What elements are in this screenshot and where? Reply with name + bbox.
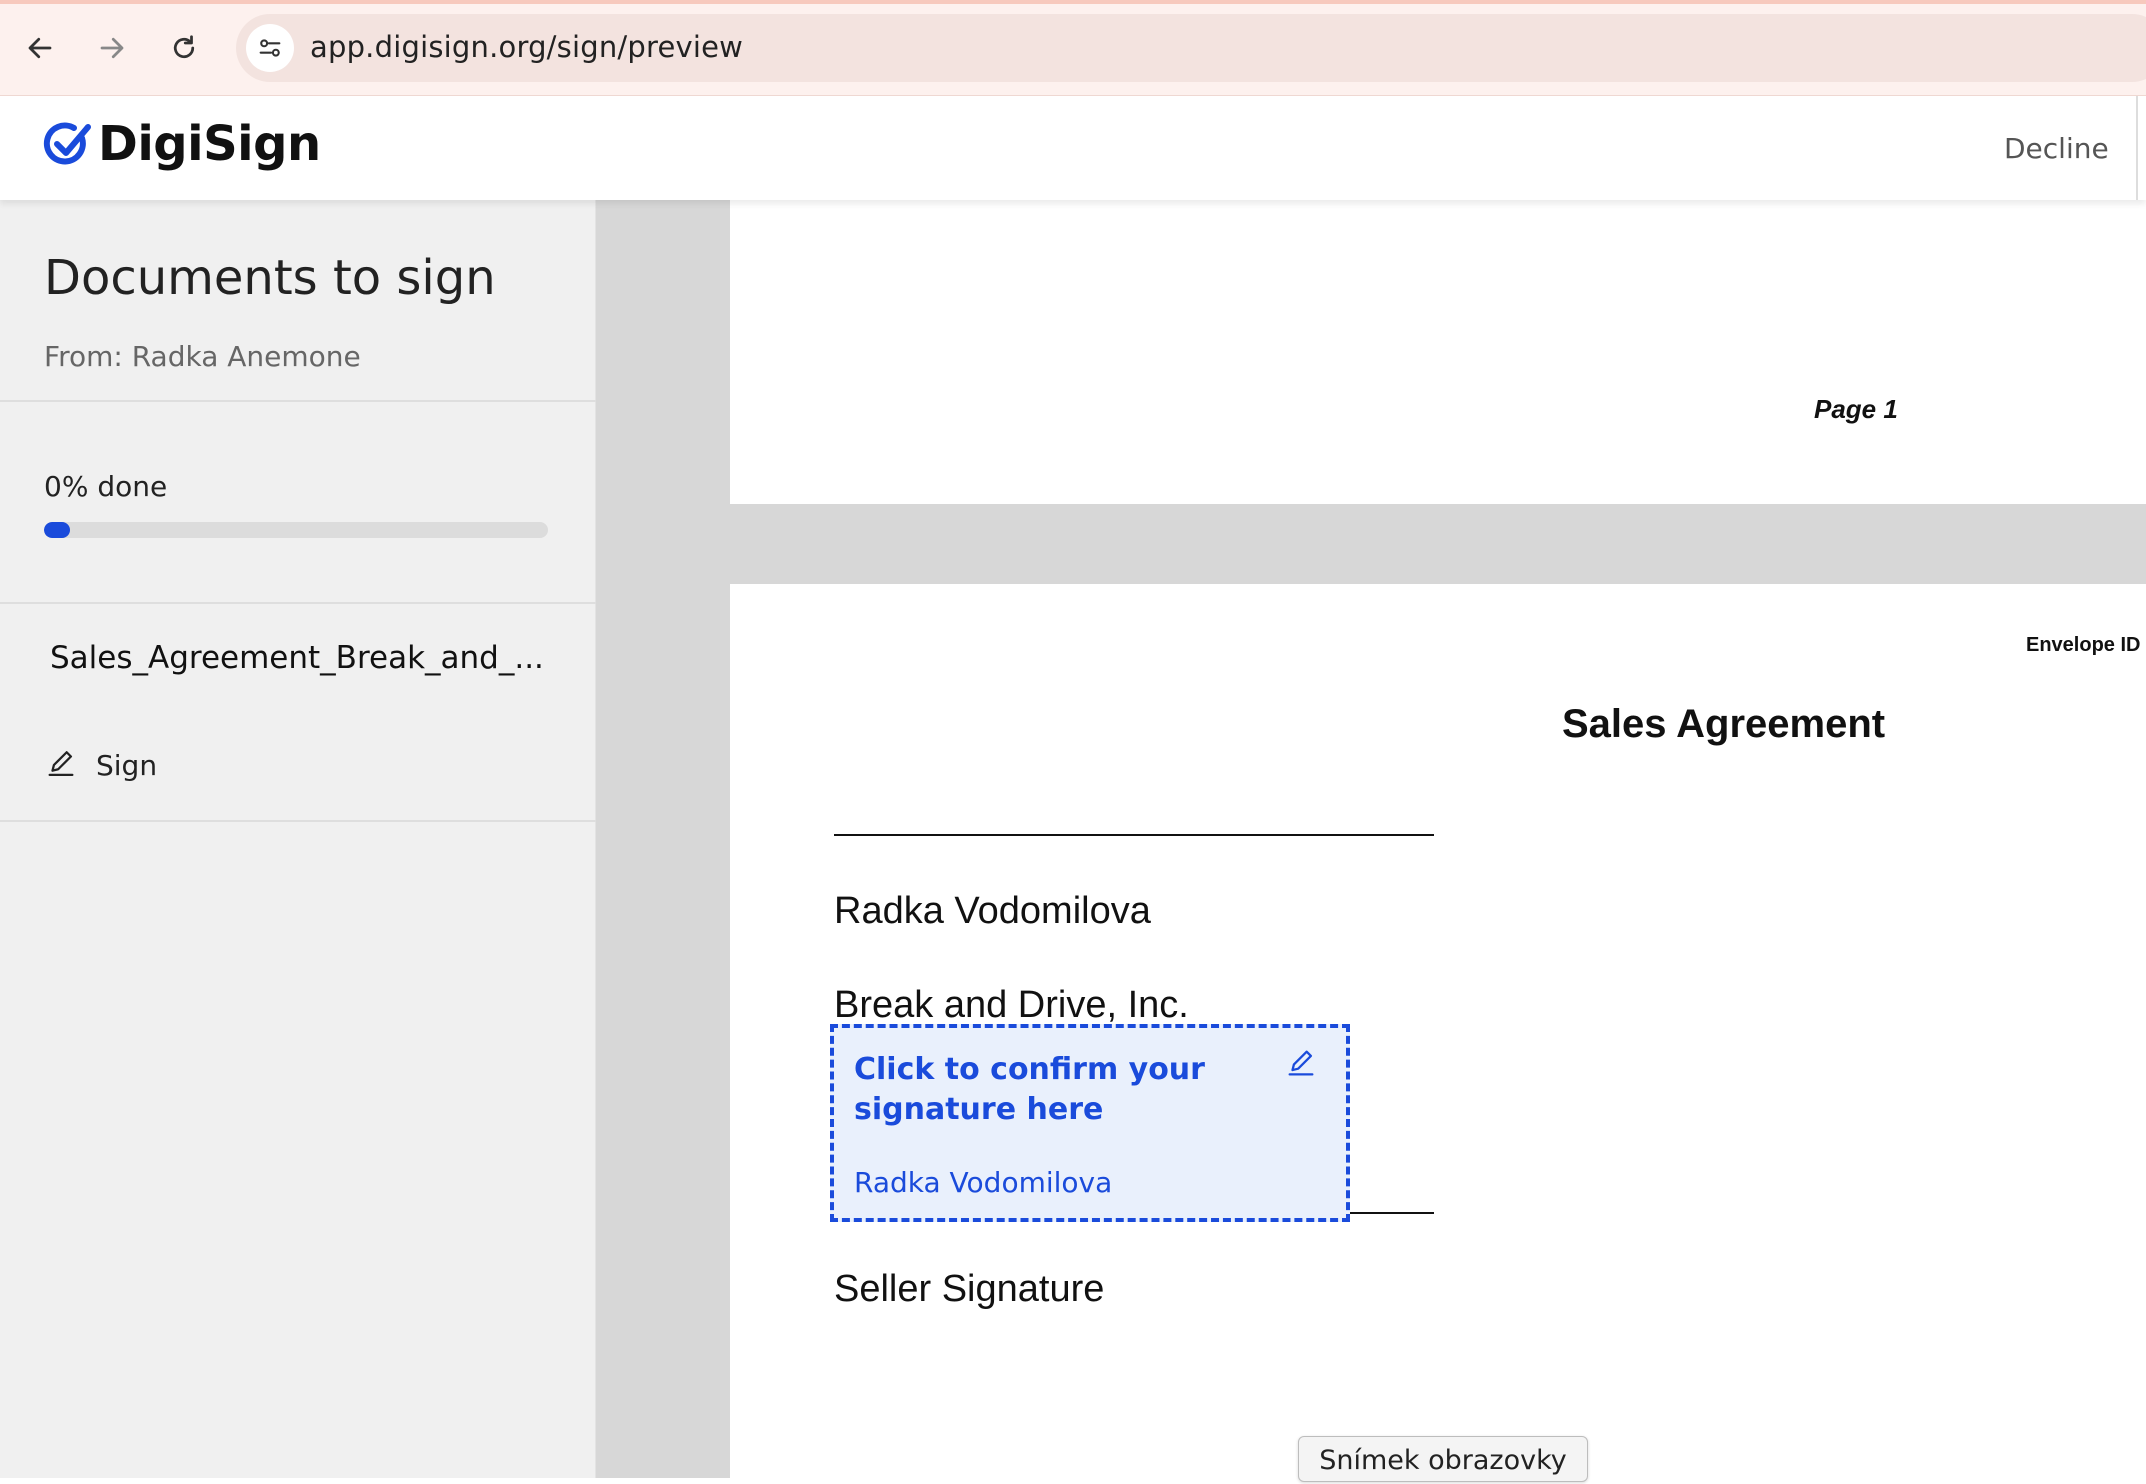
document-page-2: Envelope ID Sales Agreement Radka Vodomi… — [730, 584, 2146, 1484]
signature-line-top — [834, 834, 1434, 836]
address-bar[interactable]: app.digisign.org/sign/preview — [236, 14, 2146, 82]
divider — [0, 820, 596, 822]
sign-action[interactable]: Sign — [44, 748, 157, 782]
sender-info: From: Radka Anemone — [44, 340, 361, 373]
seller-signature-label: Seller Signature — [834, 1268, 1105, 1310]
header-divider — [2136, 96, 2138, 200]
pen-icon — [48, 751, 74, 777]
tune-icon — [259, 39, 281, 57]
check-circle-logo-icon — [43, 122, 91, 165]
page-number: Page 1 — [1814, 394, 1898, 424]
decline-button[interactable]: Decline — [2004, 132, 2109, 165]
reload-button[interactable] — [162, 26, 206, 70]
signature-prompt: Click to confirm your signature here — [854, 1052, 1205, 1127]
browser-toolbar: app.digisign.org/sign/preview — [0, 0, 2146, 96]
buyer-name: Radka Vodomilova — [834, 890, 1151, 932]
document-title: Sales Agreement — [1562, 702, 1886, 746]
company-name: Break and Drive, Inc. — [834, 984, 1189, 1026]
sign-label: Sign — [96, 748, 158, 782]
divider — [0, 602, 596, 604]
signer-name: Radka Vodomilova — [854, 1166, 1113, 1199]
document-list-item[interactable]: Sales_Agreement_Break_and_... — [50, 640, 544, 676]
envelope-id-label: Envelope ID — [2026, 634, 2141, 656]
url-text[interactable]: app.digisign.org/sign/preview — [310, 30, 743, 64]
back-button[interactable] — [18, 26, 62, 70]
divider — [0, 400, 596, 402]
tab-strip-edge — [0, 0, 2146, 4]
progress-fill — [44, 522, 70, 538]
logo-text: DigiSign — [98, 116, 321, 172]
progress-bar — [44, 522, 548, 538]
sidebar-title: Documents to sign — [44, 250, 496, 306]
document-page-1: Page 1 — [730, 200, 2146, 504]
site-info-button[interactable] — [246, 24, 294, 72]
documents-sidebar: Documents to sign From: Radka Anemone 0%… — [0, 200, 596, 1478]
document-viewer[interactable]: Page 1 Envelope ID Sales Agreement Radka… — [596, 200, 2146, 1484]
progress-label: 0% done — [44, 470, 168, 503]
digisign-logo[interactable]: DigiSign — [42, 116, 321, 172]
reload-icon — [173, 35, 195, 59]
arrow-left-icon — [28, 37, 52, 59]
signature-field[interactable]: Click to confirm your signature here Rad… — [830, 1024, 1350, 1222]
arrow-right-icon — [100, 37, 124, 59]
app-header: DigiSign Decline — [0, 96, 2146, 200]
edit-pen-icon[interactable] — [1284, 1046, 1318, 1080]
screenshot-tooltip: Snímek obrazovky — [1298, 1436, 1588, 1482]
forward-button[interactable] — [90, 26, 134, 70]
